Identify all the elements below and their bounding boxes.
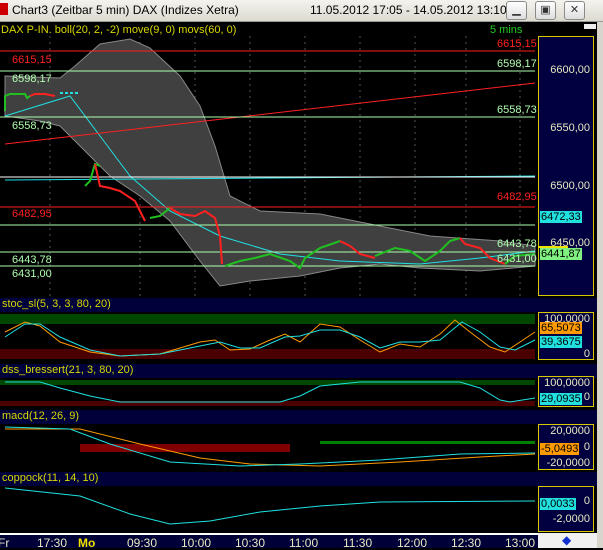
bollinger-band [4,38,536,287]
window-title: Chart3 (Zeitbar 5 min) DAX (Indizes Xetr… [12,3,239,17]
level-label-left: 6443,78 [12,254,52,266]
level-label-right: 6598,17 [497,58,537,70]
stoc-value-1: 65,5073 [540,322,582,334]
level-label-right: 6443,78 [497,238,537,250]
coppock-value: 0,0033 [540,498,576,510]
axis-tick: 0 [583,441,590,453]
dss-chart[interactable] [0,378,538,408]
interval-label: 5 mins [490,24,523,36]
title-bar: Chart3 (Zeitbar 5 min) DAX (Indizes Xetr… [0,0,603,22]
stoc-header: stoc_sl(5, 3, 3, 80, 20) [0,298,597,312]
axis-tick: -20,0000 [546,457,590,469]
pin-icon: ◆ [562,533,572,547]
level-label-left: 6482,95 [12,208,52,220]
macd-title: macd(12, 26, 9) [2,410,80,422]
level-label-left: 6598,17 [12,73,52,85]
axis-tick: 0 [583,391,590,403]
time-axis[interactable]: Fr 17:30 Mo 09:30 10:00 10:30 11:00 11:3… [0,533,538,550]
app-icon [0,3,8,15]
dss-header: dss_bressert(21, 3, 80, 20) [0,364,597,378]
price-header: DAX P-IN. boll(20, 2, -2) move(9, 0) mov… [1,24,237,36]
stoc-chart[interactable] [0,312,538,360]
window-border [597,22,603,548]
level-label-right: 6482,95 [497,191,537,203]
minimize-button[interactable]: ▁ [506,1,527,20]
level-label-right: 6615,15 [497,38,537,50]
axis-tick: 6500,00 [550,180,590,192]
macd-header: macd(12, 26, 9) [0,410,597,424]
close-button[interactable]: ✕ [564,1,585,20]
stoc-value-2: 39,3675 [540,336,582,348]
coppock-header: coppock(11, 14, 10) [0,472,597,486]
macd-value: -5,0493 [540,443,580,455]
price-value-box: 6441,87 [540,248,582,260]
level-label-right: 6431,00 [497,253,537,265]
axis-tick: -2,0000 [552,513,590,525]
date-range: 11.05.2012 17:05 - 14.05.2012 13:10 [310,3,507,17]
axis-tick: 6550,00 [550,122,590,134]
panel-collapse-button[interactable] [584,24,596,29]
stoc-title: stoc_sl(5, 3, 3, 80, 20) [2,298,111,310]
axis-tick: 0 [583,348,590,360]
level-label-left: 6558,73 [12,120,52,132]
pin-button[interactable]: ◆ [538,533,597,548]
axis-tick: 100,0000 [544,377,590,389]
coppock-title: coppock(11, 14, 10) [2,472,99,484]
level-label-left: 6431,00 [12,268,52,280]
coppock-chart[interactable] [0,486,538,532]
axis-tick: 0 [583,495,590,507]
maximize-button[interactable]: ▣ [535,1,556,20]
macd-chart[interactable] [0,424,538,470]
ma-value-box: 6472,33 [540,211,582,223]
axis-tick: 20,0000 [550,425,590,437]
dss-value: 29,0935 [540,393,582,405]
dss-title: dss_bressert(21, 3, 80, 20) [2,364,134,376]
axis-tick: 6600,00 [550,64,590,76]
level-label-right: 6558,73 [497,104,537,116]
level-label-left: 6615,15 [12,54,52,66]
price-chart[interactable] [0,36,538,296]
